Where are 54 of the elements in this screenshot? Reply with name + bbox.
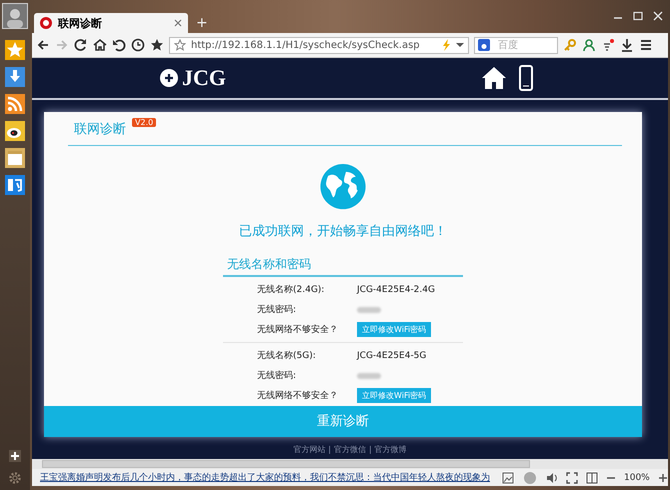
notification-icon[interactable] xyxy=(601,38,615,52)
settings-icon[interactable] xyxy=(8,471,22,485)
separator: | xyxy=(369,444,372,454)
history-icon[interactable] xyxy=(131,38,145,52)
horizontal-scrollbar[interactable] xyxy=(32,459,668,469)
zoom-in-icon[interactable] xyxy=(658,472,668,484)
scrollbar-thumb[interactable] xyxy=(42,460,530,468)
avatar-icon[interactable] xyxy=(2,3,28,29)
maximize-icon[interactable] xyxy=(632,11,644,21)
add-icon[interactable] xyxy=(9,450,21,462)
logo-mark-icon xyxy=(159,68,179,88)
close-icon[interactable] xyxy=(174,19,182,27)
separator: | xyxy=(328,444,331,454)
home-icon[interactable] xyxy=(481,66,507,90)
dropdown-icon[interactable] xyxy=(456,42,464,48)
field-label: 无线网络不够安全？ xyxy=(257,390,339,402)
new-tab-button[interactable]: + xyxy=(196,15,208,31)
version-badge: V2.0 xyxy=(132,118,156,127)
star-icon[interactable] xyxy=(174,39,186,51)
undo-icon[interactable] xyxy=(112,38,126,52)
news-link[interactable]: 王宝强离婚声明发布后几个小时内，事态的走势超出了大家的预料，我们不禁沉思：当代中国年轻人熬夜的现象为 xyxy=(40,471,490,484)
success-message: 已成功联网，开始畅享自由网络吧！ xyxy=(239,222,447,240)
field-label: 无线密码: xyxy=(257,304,298,316)
hidden-password xyxy=(357,306,381,313)
address-bar[interactable]: http://192.168.1.1/H1/syscheck/sysCheck.asp xyxy=(169,36,469,54)
fullscreen-icon[interactable] xyxy=(566,472,578,484)
split-view-icon[interactable] xyxy=(586,472,598,484)
refresh-icon[interactable] xyxy=(74,38,88,52)
download-icon[interactable] xyxy=(620,38,634,52)
hidden-password xyxy=(357,372,381,379)
field-label: 无线名称(2.4G): xyxy=(257,284,326,296)
field-value: JCG-4E25E4-5G xyxy=(357,350,426,361)
bookmark-star-icon[interactable] xyxy=(150,38,164,52)
section-heading: 无线名称和密码 xyxy=(223,252,463,277)
zoom-level: 100% xyxy=(624,472,650,482)
card-title: 联网诊断 xyxy=(74,120,126,138)
field-value: JCG-4E25E4-2.4G xyxy=(357,284,435,295)
image-icon[interactable] xyxy=(502,472,514,484)
home-icon[interactable] xyxy=(93,38,107,52)
footer-link[interactable]: 官方网站 xyxy=(293,444,326,454)
menu-icon[interactable] xyxy=(639,38,653,52)
back-icon[interactable] xyxy=(36,38,50,52)
globe-icon xyxy=(320,164,366,210)
user-icon[interactable] xyxy=(582,38,596,52)
speaker-icon[interactable] xyxy=(546,472,558,484)
field-label: 无线密码: xyxy=(257,370,298,382)
field-label: 无线名称(5G): xyxy=(257,350,317,362)
field-label: 无线网络不够安全？ xyxy=(257,324,339,336)
brand-logo[interactable]: JCG xyxy=(159,65,226,91)
browser-tab[interactable]: 联网诊断 xyxy=(34,13,188,33)
footer-link[interactable]: 官方微信 xyxy=(334,444,366,454)
footer-link[interactable]: 官方微博 xyxy=(374,444,407,454)
mobile-phone-icon[interactable] xyxy=(519,65,533,91)
site-logo-icon xyxy=(40,17,52,29)
